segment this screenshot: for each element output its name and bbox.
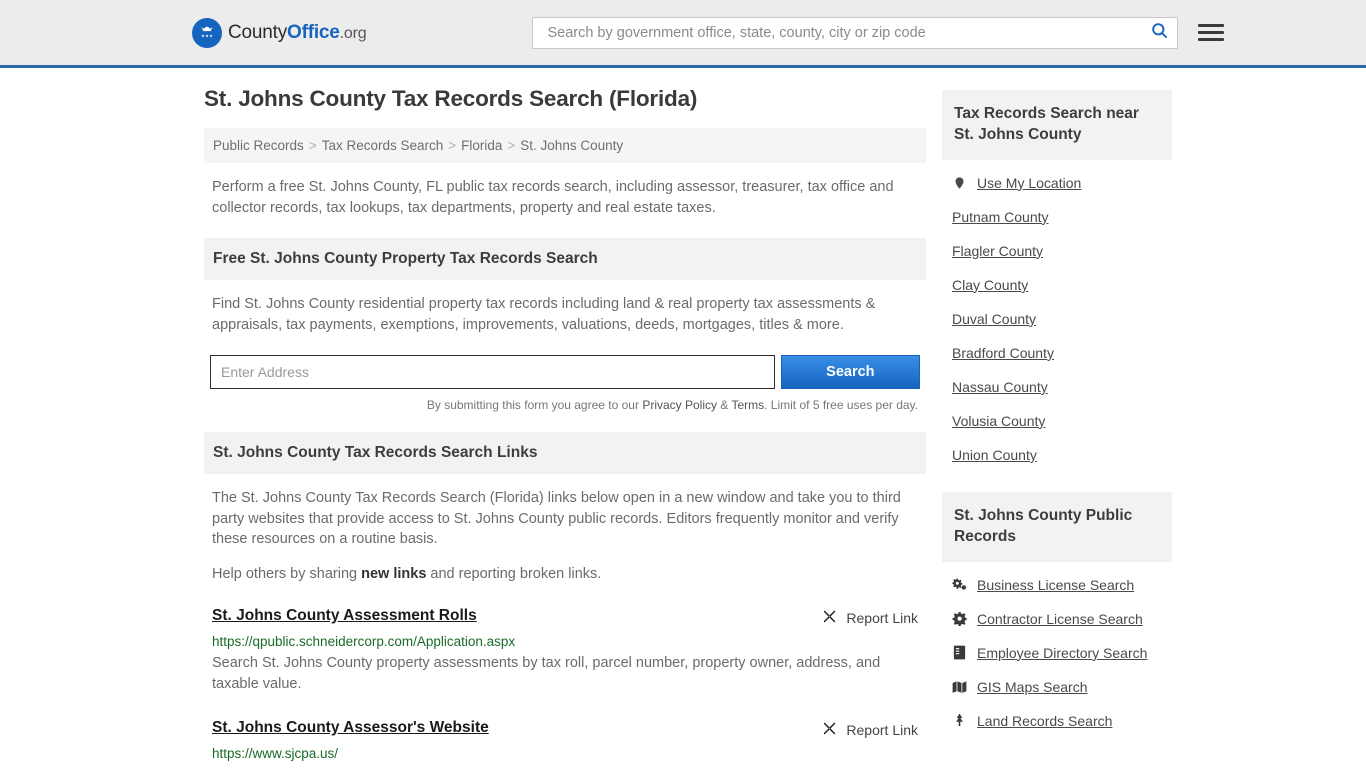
sidebar-link-label[interactable]: Employee Directory Search	[977, 645, 1147, 661]
breadcrumb: Public Records > Tax Records Search > Florid…	[204, 128, 926, 163]
broken-link-icon	[821, 608, 838, 628]
report-link-label: Report Link	[846, 609, 918, 626]
sidebar-link-label[interactable]: Nassau County	[952, 379, 1048, 395]
main-content: St. Johns County Tax Records Search (Flo…	[204, 68, 926, 768]
help-text-post: and reporting broken links.	[426, 566, 602, 583]
sidebar-item-putnam-county[interactable]: Putnam County	[952, 200, 1172, 234]
page-body: St. Johns County Tax Records Search (Flo…	[0, 68, 1366, 768]
sidebar-item-bradford-county[interactable]: Bradford County	[952, 336, 1172, 370]
result-title-link[interactable]: St. Johns County Assessor's Website	[212, 719, 489, 737]
disclaimer-text-pre: By submitting this form you agree to our	[426, 398, 643, 413]
result-header: St. Johns County Assessor's Website Repo…	[212, 719, 918, 740]
sidebar-item-union-county[interactable]: Union County	[952, 438, 1172, 472]
logo-text-office: Office	[287, 21, 340, 43]
property-search-description: Find St. Johns County residential proper…	[212, 296, 876, 333]
result-description: Search St. Johns County property assessm…	[212, 654, 881, 692]
privacy-policy-link[interactable]: Privacy Policy	[642, 398, 717, 412]
sidebar-item-contractor-license-search[interactable]: Contractor License Search	[952, 602, 1172, 636]
result-url: https://www.sjcpa.us/	[212, 745, 339, 761]
sidebar-link-label[interactable]: Union County	[952, 447, 1037, 463]
sidebar-link-label[interactable]: Contractor License Search	[977, 611, 1143, 627]
disclaimer-amp: &	[717, 398, 732, 413]
public-records-panel-heading: St. Johns County Public Records	[942, 491, 1172, 562]
result-item: St. Johns County Assessor's Website Repo…	[204, 719, 926, 768]
sidebar-item-clay-county[interactable]: Clay County	[952, 268, 1172, 302]
global-search-box[interactable]	[532, 16, 1179, 49]
report-link-button[interactable]: Report Link	[821, 607, 918, 628]
property-search-heading: Free St. Johns County Property Tax Recor…	[204, 238, 926, 281]
terms-link[interactable]: Terms	[731, 398, 764, 412]
nearby-county-list: Use My Location Putnam County Flagler Co…	[942, 160, 1172, 472]
logo-text-county: County	[228, 21, 288, 43]
landmark-icon	[952, 713, 967, 728]
sidebar-item-nassau-county[interactable]: Nassau County	[952, 370, 1172, 404]
logo-text-org: .org	[339, 24, 367, 42]
page-title: St. Johns County Tax Records Search (Flo…	[204, 86, 698, 111]
sidebar-panel-divider	[942, 472, 1172, 492]
gear-icon	[952, 611, 967, 627]
map-pin-icon	[952, 175, 967, 191]
result-description: Visit the St. Johns County Assessor's we…	[212, 765, 918, 768]
sidebar-link-label[interactable]: Putnam County	[952, 209, 1049, 225]
breadcrumb-item-st-johns-county[interactable]: St. Johns County	[520, 138, 623, 153]
broken-link-icon	[821, 720, 838, 740]
book-icon	[952, 645, 967, 660]
global-search-input[interactable]	[545, 23, 1151, 42]
result-item: St. Johns County Assessment Rolls Report…	[204, 607, 926, 695]
new-links-link[interactable]: new links	[361, 566, 426, 582]
breadcrumb-item-public-records[interactable]: Public Records	[213, 138, 304, 153]
result-header: St. Johns County Assessment Rolls Report…	[212, 607, 918, 628]
intro-paragraph: Perform a free St. Johns County, FL publ…	[212, 179, 894, 216]
nearby-panel-heading: Tax Records Search near St. Johns County	[942, 90, 1172, 160]
form-disclaimer: By submitting this form you agree to our…	[204, 389, 926, 412]
sidebar-link-label[interactable]: Business License Search	[977, 577, 1134, 593]
sidebar-item-use-my-location[interactable]: Use My Location	[952, 166, 1172, 200]
sidebar-link-label[interactable]: Duval County	[952, 311, 1036, 327]
cogs-icon	[952, 577, 967, 592]
address-search-button[interactable]: Search	[780, 355, 920, 390]
sidebar-link-label[interactable]: Bradford County	[952, 345, 1054, 361]
sidebar-link-label[interactable]: Land Records Search	[977, 713, 1112, 729]
report-link-button[interactable]: Report Link	[821, 719, 918, 740]
sidebar-link-label[interactable]: Use My Location	[977, 175, 1081, 191]
disclaimer-text-post: . Limit of 5 free uses per day.	[764, 398, 918, 413]
sidebar-link-label[interactable]: GIS Maps Search	[977, 679, 1088, 695]
breadcrumb-item-florida[interactable]: Florida	[461, 138, 502, 153]
links-section-paragraph: The St. Johns County Tax Records Search …	[212, 490, 901, 548]
public-records-list: Business License Search Contractor Licen…	[942, 562, 1172, 738]
links-section-heading: St. Johns County Tax Records Search Link…	[204, 432, 926, 475]
help-text-pre: Help others by sharing	[212, 566, 362, 583]
search-icon[interactable]	[1150, 21, 1169, 45]
breadcrumb-item-tax-records-search[interactable]: Tax Records Search	[322, 138, 444, 153]
address-input[interactable]	[210, 355, 775, 390]
breadcrumb-separator: >	[507, 138, 516, 153]
breadcrumb-separator: >	[308, 138, 317, 153]
sidebar-item-land-records-search[interactable]: Land Records Search	[952, 704, 1172, 738]
sidebar-item-gis-maps-search[interactable]: GIS Maps Search	[952, 670, 1172, 704]
site-logo[interactable]: CountyOffice.org	[192, 17, 367, 48]
result-title-link[interactable]: St. Johns County Assessment Rolls	[212, 607, 477, 625]
help-share-paragraph: Help others by sharing new links and rep…	[204, 564, 926, 585]
header-search-area	[532, 16, 1225, 49]
result-url: https://qpublic.schneidercorp.com/Applic…	[212, 633, 516, 649]
sidebar-link-label[interactable]: Volusia County	[952, 413, 1045, 429]
logo-text: CountyOffice.org	[228, 21, 367, 44]
site-header: CountyOffice.org	[0, 0, 1366, 68]
report-link-label: Report Link	[846, 721, 918, 738]
sidebar-item-flagler-county[interactable]: Flagler County	[952, 234, 1172, 268]
eagle-emblem-icon	[192, 17, 222, 48]
sidebar-link-label[interactable]: Flagler County	[952, 243, 1043, 259]
sidebar-link-label[interactable]: Clay County	[952, 277, 1028, 293]
sidebar-item-duval-county[interactable]: Duval County	[952, 302, 1172, 336]
sidebar: Tax Records Search near St. Johns County…	[942, 68, 1172, 768]
sidebar-item-volusia-county[interactable]: Volusia County	[952, 404, 1172, 438]
hamburger-menu-icon[interactable]	[1198, 24, 1225, 41]
sidebar-item-business-license-search[interactable]: Business License Search	[952, 568, 1172, 602]
breadcrumb-separator: >	[448, 138, 457, 153]
map-icon	[952, 680, 967, 694]
sidebar-item-employee-directory-search[interactable]: Employee Directory Search	[952, 636, 1172, 670]
address-search-form: Search	[204, 355, 926, 390]
